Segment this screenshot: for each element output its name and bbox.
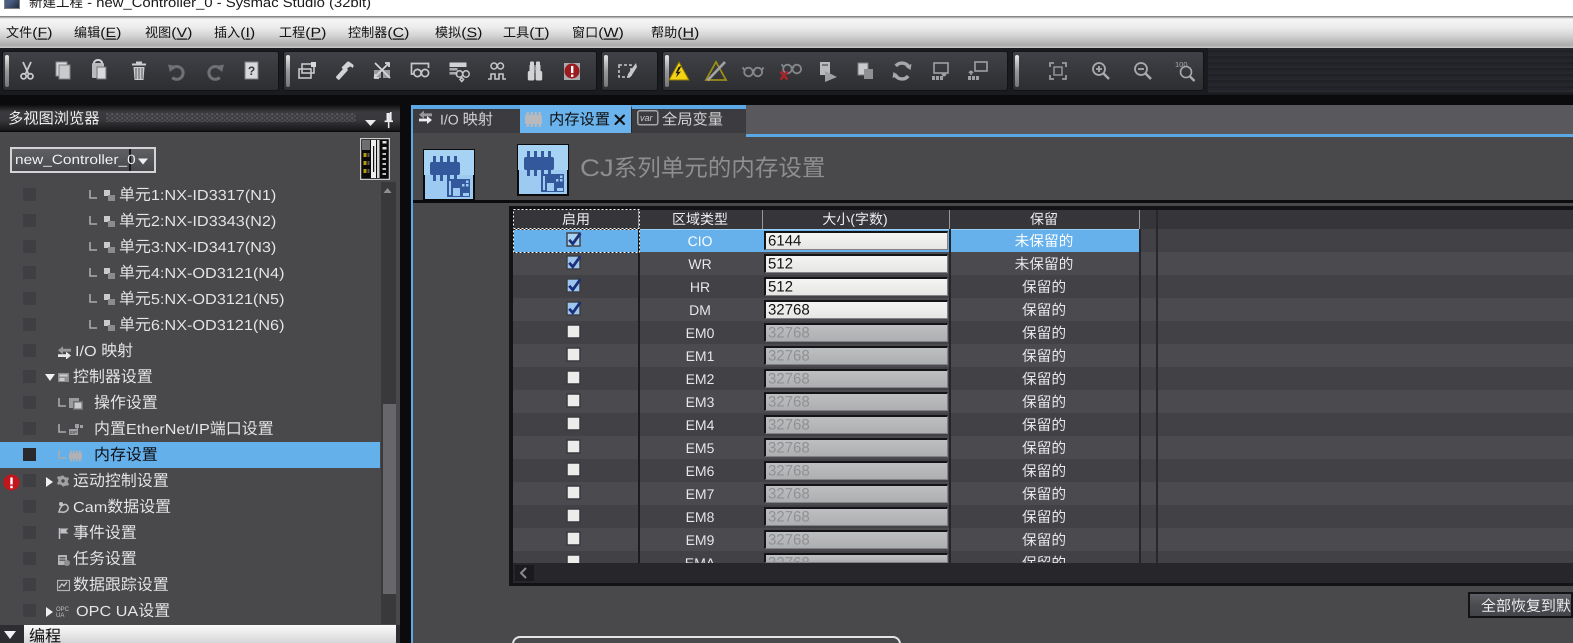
svg-text:UA: UA (56, 613, 64, 618)
svg-text:EIP: EIP (70, 430, 77, 435)
svg-text:?: ? (248, 64, 255, 78)
svg-text:100: 100 (1175, 60, 1188, 69)
svg-text:var: var (640, 113, 654, 123)
